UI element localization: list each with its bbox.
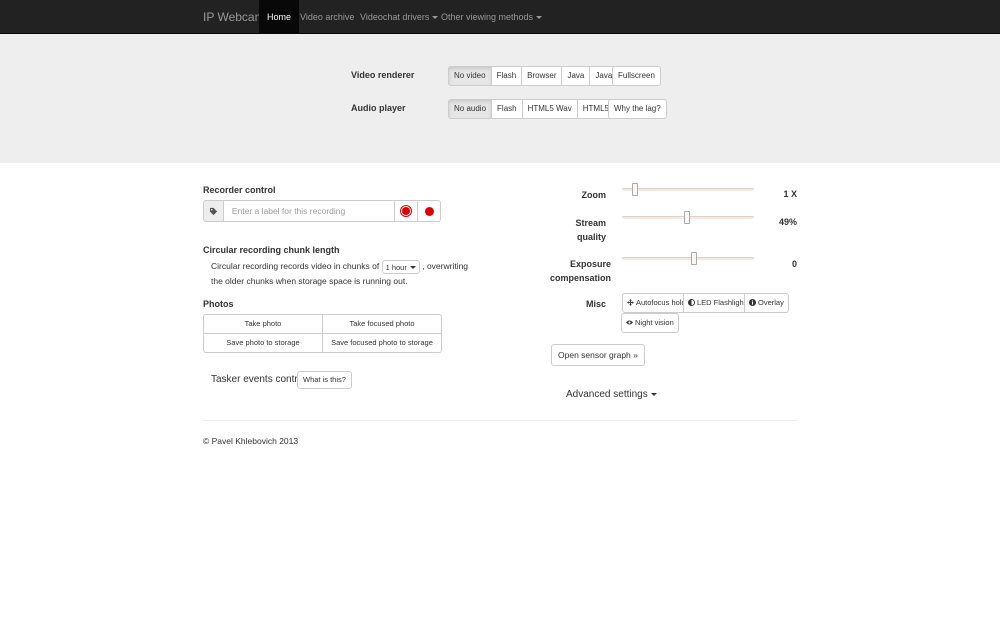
led-flashlight-button[interactable]: LED Flashlight — [683, 293, 751, 313]
eye-icon — [626, 320, 633, 325]
chunk-text-before: Circular recording records video in chun… — [211, 261, 380, 271]
stream-quality-handle[interactable] — [684, 211, 690, 224]
chevron-down-icon — [536, 16, 543, 20]
nav-videochat-drivers-label: Videochat drivers — [360, 12, 430, 22]
video-flash-button[interactable]: Flash — [490, 66, 523, 86]
record-icon — [424, 206, 434, 216]
info-icon — [749, 299, 756, 306]
video-browser-button[interactable]: Browser — [521, 66, 563, 86]
chunk-length-select[interactable]: 1 hour — [381, 259, 420, 274]
exposure-value: 0 — [791, 259, 797, 269]
zoom-label: Zoom — [581, 190, 607, 200]
tasker-help-button[interactable]: What is this? — [297, 371, 352, 389]
chevron-down-icon — [650, 392, 657, 396]
overlay-button[interactable]: Overlay — [744, 293, 789, 313]
chunk-text-after: , overwriting — [422, 261, 469, 271]
advanced-settings-toggle[interactable]: Advanced settings — [566, 386, 657, 404]
advanced-settings-label: Advanced settings — [566, 389, 648, 400]
save-photo-button[interactable]: Save photo to storage — [203, 333, 323, 353]
tasker-label: Tasker events control — [211, 374, 306, 385]
open-sensor-graph-button[interactable]: Open sensor graph » — [551, 344, 645, 366]
audio-flash-button[interactable]: Flash — [491, 99, 523, 119]
video-no-video-button[interactable]: No video — [448, 66, 492, 86]
exposure-label-line1: Exposure — [569, 259, 611, 269]
stream-quality-label-line2: quality — [576, 232, 606, 242]
recorder-control-title: Recorder control — [203, 185, 276, 195]
zoom-slider[interactable] — [622, 183, 754, 196]
autofocus-hold-button[interactable]: Autofocus hold — [622, 293, 691, 313]
record-segment-button[interactable] — [395, 200, 419, 222]
night-vision-label: Night vision — [635, 318, 674, 327]
misc-label: Misc — [585, 299, 606, 309]
nav-other-viewing-methods[interactable]: Other viewing methods — [433, 0, 550, 34]
exposure-label: Exposure compensation — [536, 257, 611, 285]
stream-quality-value: 49% — [778, 217, 797, 227]
take-focused-photo-button[interactable]: Take focused photo — [322, 314, 442, 334]
chunk-length-value: 1 hour — [385, 262, 407, 272]
autofocus-hold-label: Autofocus hold — [636, 298, 686, 307]
exposure-label-line2: compensation — [549, 273, 611, 283]
led-flashlight-label: LED Flashlight — [697, 298, 746, 307]
night-vision-button[interactable]: Night vision — [621, 313, 679, 333]
tag-icon — [203, 200, 224, 222]
recorder-input-group — [203, 200, 441, 222]
top-navbar: IP Webcam Home Video archive Videochat d… — [0, 0, 1000, 34]
save-focused-photo-button[interactable]: Save focused photo to storage — [322, 333, 442, 353]
nav-other-viewing-label: Other viewing methods — [441, 12, 534, 22]
why-lag-button[interactable]: Why the lag? — [608, 99, 667, 119]
stream-quality-label: Stream quality — [546, 216, 606, 244]
exposure-slider[interactable] — [622, 252, 754, 265]
stream-quality-label-line1: Stream — [575, 218, 606, 228]
record-ring-icon — [402, 207, 411, 215]
chunk-length-title: Circular recording chunk length — [203, 245, 340, 255]
record-button[interactable] — [418, 200, 441, 222]
chevron-down-icon — [409, 266, 416, 270]
video-renderer-group: No video Flash Browser Java Javascript — [448, 66, 638, 86]
audio-html5-wav-button[interactable]: HTML5 Wav — [521, 99, 578, 119]
footer-copyright: © Pavel Khlebovich 2013 — [203, 436, 299, 446]
move-icon — [627, 299, 634, 306]
chunk-description: Circular recording records video in chun… — [211, 259, 468, 274]
zoom-handle[interactable] — [632, 183, 638, 196]
stream-quality-slider[interactable] — [622, 211, 754, 224]
brand[interactable]: IP Webcam — [203, 0, 265, 34]
audio-no-audio-button[interactable]: No audio — [448, 99, 493, 119]
video-renderer-label: Video renderer — [351, 70, 415, 80]
video-java-button[interactable]: Java — [561, 66, 591, 86]
zoom-value: 1 X — [783, 189, 797, 199]
take-photo-button[interactable]: Take photo — [203, 314, 323, 334]
exposure-handle[interactable] — [691, 252, 697, 265]
chunk-text-line2: the older chunks when storage space is r… — [211, 276, 408, 286]
fullscreen-button[interactable]: Fullscreen — [612, 66, 661, 86]
overlay-label: Overlay — [758, 298, 784, 307]
recording-label-input[interactable] — [223, 200, 396, 222]
photo-buttons: Take photo Take focused photo Save photo… — [203, 314, 442, 354]
adjust-icon — [688, 299, 695, 306]
audio-player-label: Audio player — [351, 103, 406, 113]
photos-title: Photos — [203, 299, 234, 309]
footer-divider — [203, 420, 797, 421]
